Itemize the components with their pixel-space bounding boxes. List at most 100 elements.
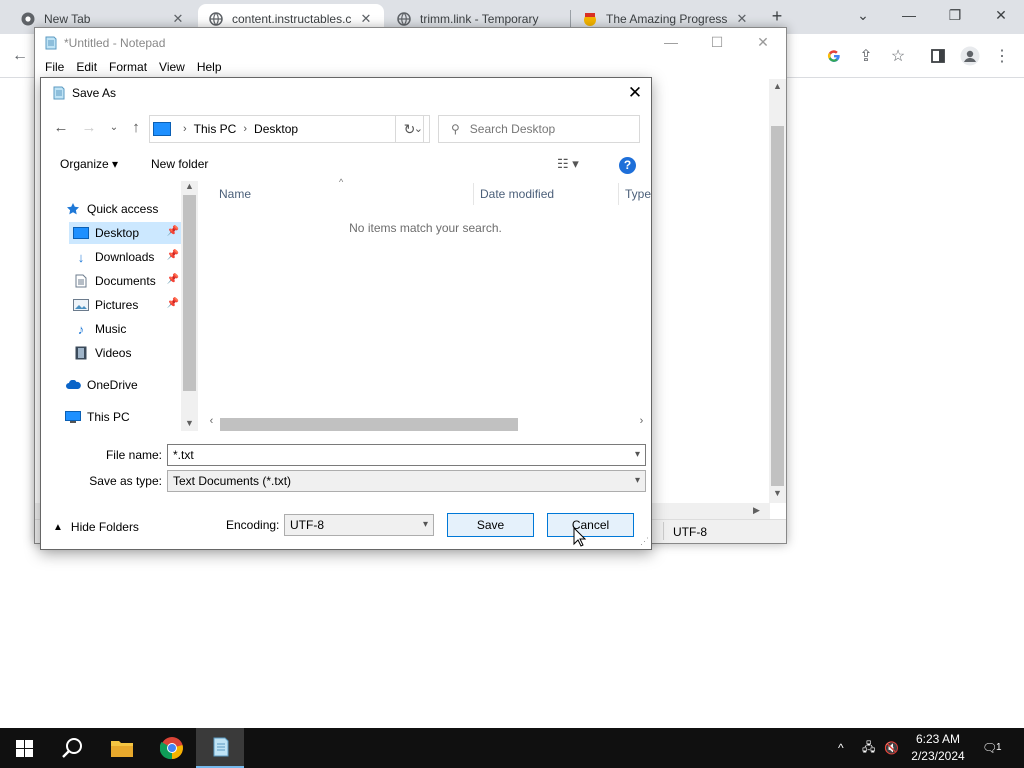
music-note-icon: ♪ — [77, 321, 85, 337]
back-arrow-icon[interactable]: ← — [8, 44, 32, 68]
scroll-right-icon[interactable]: ▶ — [753, 505, 760, 516]
organize-button[interactable]: Organize ▾ — [60, 157, 118, 171]
tab-close-icon[interactable]: ✕ — [170, 11, 186, 27]
scrollbar-thumb[interactable] — [771, 126, 784, 486]
resize-grip-icon[interactable]: ⋰ — [640, 536, 649, 547]
chevron-down-icon[interactable]: ▾ — [635, 475, 640, 486]
kebab-menu-icon[interactable]: ⋮ — [990, 44, 1014, 68]
address-bar[interactable]: › This PC › Desktop ⌄ — [149, 115, 430, 143]
scroll-up-icon[interactable]: ▲ — [769, 81, 786, 91]
system-clock[interactable]: 6:23 AM 2/23/2024 — [900, 731, 976, 765]
nav-label: Downloads — [95, 250, 155, 264]
nav-pictures[interactable]: Pictures 📌 — [73, 294, 181, 316]
notepad-maximize-icon[interactable]: ☐ — [694, 28, 740, 58]
help-icon[interactable]: ? — [619, 157, 636, 174]
notifications-button[interactable]: 🗨 1 — [982, 728, 1006, 768]
globe-icon — [396, 11, 412, 27]
chevron-down-icon[interactable]: ▾ — [423, 519, 428, 530]
hide-folders-button[interactable]: ▲ Hide Folders — [53, 520, 139, 534]
menu-help[interactable]: Help — [191, 58, 228, 78]
new-tab-button[interactable]: + — [766, 6, 788, 28]
nav-label: Documents — [95, 274, 156, 288]
restore-icon[interactable]: ❐ — [940, 5, 970, 27]
column-header-name[interactable]: Name — [219, 183, 251, 205]
file-name-input[interactable]: *.txt ▾ — [167, 444, 646, 466]
nav-label: Pictures — [95, 298, 139, 312]
scroll-left-icon[interactable]: ‹ — [203, 415, 220, 427]
nav-this-pc[interactable]: This PC — [65, 406, 130, 428]
notepad-minimize-icon[interactable]: — — [648, 28, 694, 58]
up-arrow-icon[interactable]: ↑ — [126, 118, 146, 138]
column-header-type[interactable]: Type — [625, 183, 651, 205]
save-button[interactable]: Save — [447, 513, 534, 537]
refresh-icon[interactable]: ↻ — [395, 115, 424, 143]
back-arrow-icon[interactable]: ← — [51, 118, 71, 138]
nav-music[interactable]: ♪ Music — [73, 318, 127, 340]
nav-label: OneDrive — [87, 378, 138, 392]
scrollbar-thumb[interactable] — [220, 418, 518, 431]
start-button[interactable] — [0, 728, 48, 768]
search-input[interactable]: ⚲ Search Desktop — [438, 115, 640, 143]
navigation-scrollbar[interactable]: ▲ ▼ — [181, 181, 198, 431]
column-header-date-modified[interactable]: Date modified — [480, 183, 554, 205]
tab-title: trimm.link - Temporary — [420, 12, 539, 26]
chrome-taskbar-button[interactable] — [148, 728, 196, 768]
scroll-right-icon[interactable]: › — [633, 415, 650, 427]
pin-icon: 📌 — [166, 298, 179, 309]
nav-desktop[interactable]: Desktop 📌 — [69, 222, 181, 244]
share-icon[interactable]: ⇪ — [854, 44, 878, 68]
forward-arrow-icon[interactable]: → — [79, 118, 99, 138]
file-explorer-button[interactable] — [98, 728, 146, 768]
file-list: ^ Name Date modified Type No items match… — [198, 177, 651, 431]
nav-documents[interactable]: Documents 📌 — [73, 270, 181, 292]
new-folder-button[interactable]: New folder — [151, 157, 208, 171]
tab-close-icon[interactable]: ✕ — [734, 11, 750, 27]
notepad-close-icon[interactable]: ✕ — [740, 28, 786, 58]
file-name-value: *.txt — [173, 448, 194, 462]
scrollbar-thumb[interactable] — [183, 195, 196, 391]
nav-downloads[interactable]: ↓ Downloads 📌 — [73, 246, 181, 268]
volume-muted-icon[interactable]: 🔇 — [884, 728, 899, 768]
command-bar: Organize ▾ New folder ☷ ▾ ? — [41, 150, 651, 180]
pictures-icon — [73, 297, 89, 313]
network-icon[interactable]: 🖧 — [862, 728, 875, 768]
side-panel-icon[interactable] — [926, 44, 950, 68]
nav-videos[interactable]: Videos — [73, 342, 131, 364]
encoding-select[interactable]: UTF-8 ▾ — [284, 514, 434, 536]
show-hidden-icons-icon[interactable]: ^ — [838, 728, 844, 768]
scroll-down-icon[interactable]: ▼ — [769, 488, 786, 498]
cancel-button[interactable]: Cancel — [547, 513, 634, 537]
breadcrumb-this-pc[interactable]: This PC — [194, 122, 237, 136]
folder-icon — [111, 741, 133, 757]
view-options-icon[interactable]: ☷ ▾ — [557, 156, 579, 172]
scroll-up-icon[interactable]: ▲ — [181, 181, 198, 191]
chevron-down-icon[interactable]: ▾ — [635, 449, 640, 460]
breadcrumb-desktop[interactable]: Desktop — [254, 122, 298, 136]
search-button[interactable] — [48, 728, 96, 768]
nav-quick-access[interactable]: Quick access — [65, 198, 158, 220]
file-list-horizontal-scrollbar[interactable]: ‹ › — [203, 415, 649, 432]
taskbar: ^ 🖧 🔇 6:23 AM 2/23/2024 🗨 1 — [0, 728, 1024, 768]
empty-message: No items match your search. — [349, 221, 502, 235]
dialog-close-icon[interactable]: ✕ — [619, 78, 651, 108]
bookmark-star-icon[interactable]: ☆ — [886, 44, 910, 68]
this-pc-icon — [153, 122, 171, 136]
menu-edit[interactable]: Edit — [70, 58, 103, 78]
profile-avatar-icon[interactable] — [958, 44, 982, 68]
notepad-vertical-scrollbar[interactable]: ▲ ▼ — [769, 79, 786, 503]
save-as-type-select[interactable]: Text Documents (*.txt) ▾ — [167, 470, 646, 492]
notepad-taskbar-button[interactable] — [196, 728, 244, 768]
windows-logo-icon — [15, 739, 33, 757]
tab-search-icon[interactable]: ⌄ — [848, 5, 878, 27]
close-icon[interactable]: ✕ — [986, 5, 1016, 27]
menu-file[interactable]: File — [39, 58, 70, 78]
menu-view[interactable]: View — [153, 58, 191, 78]
menu-format[interactable]: Format — [103, 58, 153, 78]
tab-close-icon[interactable]: ✕ — [358, 11, 374, 27]
recent-locations-chevron-icon[interactable]: ⌄ — [104, 118, 124, 138]
chrome-icon — [160, 737, 183, 760]
scroll-down-icon[interactable]: ▼ — [181, 418, 198, 428]
nav-onedrive[interactable]: OneDrive — [65, 374, 138, 396]
minimize-icon[interactable]: — — [894, 5, 924, 27]
google-icon[interactable] — [822, 44, 846, 68]
